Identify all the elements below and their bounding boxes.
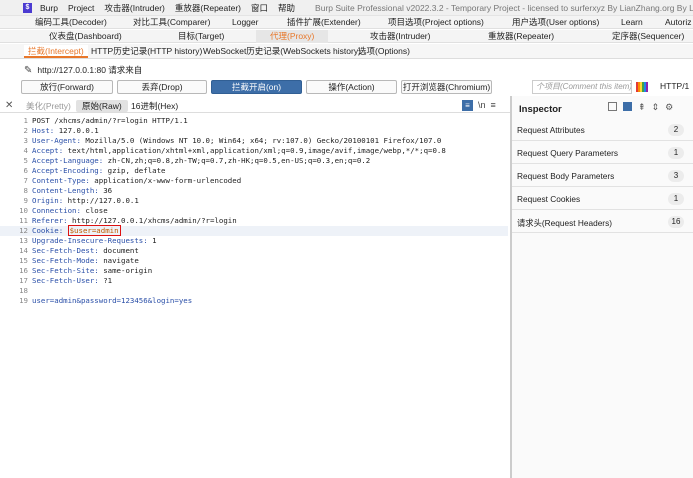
tab-sequencer[interactable]: 定序器(Sequencer) [612,30,684,43]
wrap-lines-icon[interactable]: ≡ [462,100,473,111]
collapse-icon[interactable]: ⇕ [652,102,660,113]
tab-intruder[interactable]: 攻击器(Intruder) [370,30,430,43]
request-line: 10 Connection: close [19,206,108,215]
intercept-toolbar: 放行(Forward) 丢弃(Drop) 拦截开启(on) 操作(Action)… [0,80,693,96]
tab-hex[interactable]: 16进制(Hex) [131,100,178,112]
burp-logo-icon: $ [23,2,32,13]
inspector-panel: Inspector ⇞ ⇕ ⚙ Request Attributes 2 Req… [512,96,693,478]
comment-input[interactable]: 个项目(Comment this item) [532,80,632,94]
inspector-row-query-parameters[interactable]: Request Query Parameters 1 [512,142,693,164]
tab-learn[interactable]: Learn [621,16,643,29]
tab-project-options[interactable]: 项目选项(Project options) [388,16,484,29]
subtab-http-history[interactable]: HTTP历史记录(HTTP history) [91,45,202,58]
menu-burp[interactable]: Burp [40,3,58,13]
tab-repeater[interactable]: 重放器(Repeater) [488,30,554,43]
inspector-row-request-headers[interactable]: 请求头(Request Headers) 16 [512,211,693,233]
inspector-row-request-attributes[interactable]: Request Attributes 2 [512,119,693,141]
request-line: 9 Origin: http://127.0.0.1 [23,196,139,205]
tab-logger[interactable]: Logger [232,16,258,29]
inspector-title: Inspector [519,104,562,115]
cookie-highlight-box: $user=admin [67,225,121,236]
tab-target[interactable]: 目标(Target) [178,30,224,43]
subtab-options[interactable]: 选项(Options) [358,45,410,58]
title-bar: $ Burp Project 攻击器(Intruder) 重放器(Repeate… [0,0,693,16]
align-icon[interactable]: ⇞ [638,102,646,113]
count-badge: 1 [668,147,684,159]
request-line: 2 Host: 127.0.0.1 [23,126,99,135]
layout-single-icon[interactable] [623,102,632,111]
request-line: 15 Sec-Fetch-Mode: navigate [19,256,139,265]
tab-proxy[interactable]: 代理(Proxy) [256,30,329,43]
top-tabs-row-2: 仪表盘(Dashboard) 目标(Target) 代理(Proxy) 攻击器(… [0,30,693,43]
forward-button[interactable]: 放行(Forward) [21,80,113,94]
tab-comparer[interactable]: 对比工具(Comparer) [133,16,210,29]
inspector-row-cookies[interactable]: Request Cookies 1 [512,188,693,210]
request-line: 4 Accept: text/html,application/xhtml+xml… [23,146,446,155]
highlight-color-icon[interactable] [636,82,648,92]
request-line: 16 Sec-Fetch-Site: same-origin [19,266,153,275]
count-badge: 1 [668,193,684,205]
proxy-sub-tabs: 拦截(Intercept) HTTP历史记录(HTTP history) Web… [0,44,693,59]
tab-dashboard[interactable]: 仪表盘(Dashboard) [49,30,122,43]
menu-help[interactable]: 帮助 [278,2,295,14]
tab-raw[interactable]: 原始(Raw) [76,100,128,112]
request-url: http://127.0.0.1:80 请求来自 [37,65,143,75]
count-badge: 3 [668,170,684,182]
request-body-line: 19 user=admin&password=123456&login=yes [19,296,193,305]
window-title: Burp Suite Professional v2022.3.2 - Temp… [315,2,693,13]
drop-button[interactable]: 丢弃(Drop) [117,80,207,94]
count-badge: 2 [668,124,684,136]
count-badge: 16 [668,216,684,228]
request-line: 6 Accept-Encoding: gzip, deflate [23,166,166,175]
intercept-toggle-button[interactable]: 拦截开启(on) [211,80,302,94]
newline-toggle-icon[interactable]: \n [478,100,486,111]
message-view-tabs: ✕ 美化(Pretty) 原始(Raw) 16进制(Hex) ≡ \n ≡ [0,99,510,113]
subtab-intercept[interactable]: 拦截(Intercept) [24,45,88,58]
cookie-value[interactable]: $user=admin [70,226,119,235]
tab-user-options[interactable]: 用户选项(User options) [512,16,599,29]
request-line: 5 Accept-Language: zh-CN,zh;q=0.8,zh-TW;q… [23,156,371,165]
tab-autorize[interactable]: Autoriz [665,16,691,29]
tab-pretty[interactable]: 美化(Pretty) [26,100,71,112]
open-browser-button[interactable]: 打开浏览器(Chromium) [401,80,492,94]
layout-split-icon[interactable] [608,102,617,111]
menu-project[interactable]: Project [68,3,94,13]
settings-gear-icon[interactable]: ⚙ [665,102,673,113]
request-line: 14 Sec-Fetch-Dest: document [19,246,139,255]
request-line: 13 Upgrade-Insecure-Requests: 1 [19,236,157,245]
request-line: 17 Sec-Fetch-User: ?1 [19,276,113,285]
tab-extender[interactable]: 插件扩展(Extender) [287,16,361,29]
request-info-bar: ✎ http://127.0.0.1:80 请求来自 [0,61,693,79]
subtab-websockets-history[interactable]: WebSocket历史记录(WebSockets history) [203,45,361,58]
close-icon[interactable]: ✕ [5,99,13,113]
pencil-icon[interactable]: ✎ [24,65,32,76]
request-line: 7 Content-Type: application/x-www-form-ur… [23,176,242,185]
menu-window[interactable]: 窗口 [251,2,268,14]
menu-repeater[interactable]: 重放器(Repeater) [175,2,241,14]
request-line: 18 [19,286,28,295]
request-line: 8 Content-Length: 36 [23,186,113,195]
request-line-cookie: 12 Cookie: $user=admin [0,225,508,236]
editor-options: ≡ \n ≡ [462,100,496,111]
request-editor[interactable]: 1 POST /xhcms/admin/?r=login HTTP/1.1 2 Ho… [0,116,508,478]
tab-decoder[interactable]: 编码工具(Decoder) [35,16,107,29]
request-line: 1 POST /xhcms/admin/?r=login HTTP/1.1 [23,116,188,125]
menu-intruder[interactable]: 攻击器(Intruder) [104,2,164,14]
request-line: 3 User-Agent: Mozilla/5.0 (Windows NT 10.… [23,136,442,145]
http-version-label: HTTP/1 [660,81,690,91]
action-button[interactable]: 操作(Action) [306,80,397,94]
inspector-controls: ⇞ ⇕ ⚙ [608,102,673,113]
top-tabs-row-1: 编码工具(Decoder) 对比工具(Comparer) Logger 插件扩展… [0,16,693,29]
inspector-row-body-parameters[interactable]: Request Body Parameters 3 [512,165,693,187]
editor-menu-icon[interactable]: ≡ [491,100,496,111]
